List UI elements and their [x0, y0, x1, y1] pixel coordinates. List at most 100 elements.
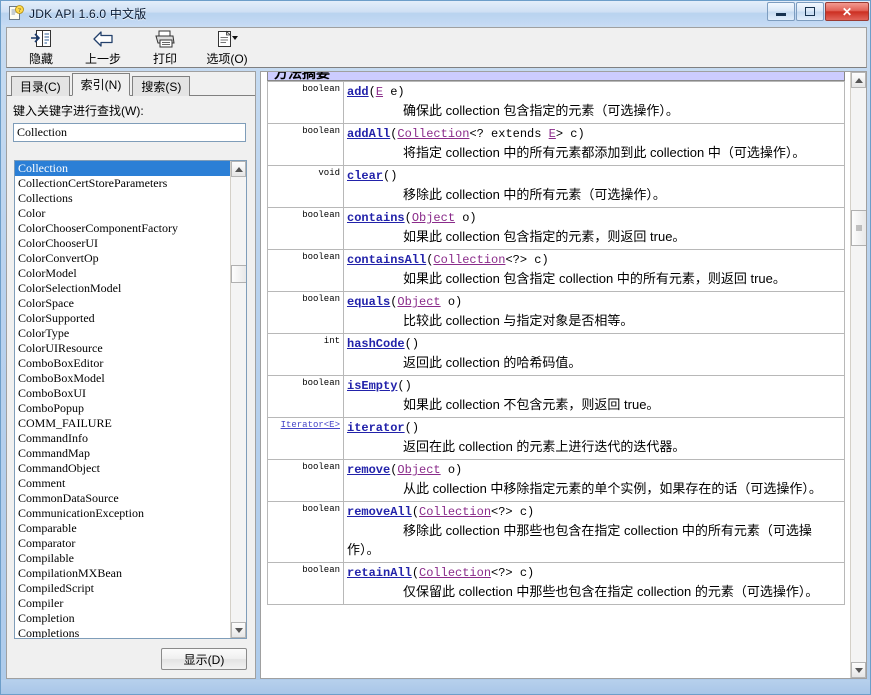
index-list-item[interactable]: Color [15, 206, 230, 221]
toolbar-button-back[interactable]: 上一步 [75, 29, 131, 67]
index-list-item[interactable]: Comment [15, 476, 230, 491]
index-list-item[interactable]: Compiler [15, 596, 230, 611]
method-row: boolean retainAll(Collection<?> c) 仅保留此 co… [267, 562, 845, 605]
param-type-link[interactable]: Collection [419, 505, 491, 519]
scroll-up-button[interactable] [231, 161, 246, 177]
method-signature-cell: addAll(Collection<? extends E> c) 将指定 col… [343, 123, 845, 166]
index-list-item[interactable]: CommandObject [15, 461, 230, 476]
method-description-line: 从此 collection 中移除指定元素的单个实例，如果存在的话（可选操作）。 [347, 480, 841, 499]
method-return-type: boolean [267, 459, 344, 502]
method-name-link[interactable]: removeAll [347, 505, 412, 519]
method-return-type: boolean [267, 291, 344, 334]
index-list-item[interactable]: ComboBoxUI [15, 386, 230, 401]
method-name-link[interactable]: hashCode [347, 337, 405, 351]
method-name-link[interactable]: contains [347, 211, 405, 225]
index-list-item[interactable]: CompilationMXBean [15, 566, 230, 581]
index-list-item[interactable]: ColorSupported [15, 311, 230, 326]
index-list-item[interactable]: ColorSpace [15, 296, 230, 311]
scroll-thumb[interactable] [231, 265, 246, 283]
index-list-item[interactable]: ColorUIResource [15, 341, 230, 356]
param-type-link[interactable]: Object [397, 463, 440, 477]
index-list-item[interactable]: Completions [15, 626, 230, 638]
index-list-item[interactable]: COMM_FAILURE [15, 416, 230, 431]
index-list-item[interactable]: CommandMap [15, 446, 230, 461]
index-list-item[interactable]: CommonDataSource [15, 491, 230, 506]
method-name-link[interactable]: iterator [347, 421, 405, 435]
doc-scroll-track[interactable] [851, 88, 866, 662]
index-list-item[interactable]: ColorSelectionModel [15, 281, 230, 296]
minimize-button[interactable] [767, 2, 795, 21]
param-type-link[interactable]: E [549, 127, 556, 141]
index-list-item[interactable]: Comparable [15, 521, 230, 536]
method-name-link[interactable]: retainAll [347, 566, 412, 580]
method-name-link[interactable]: containsAll [347, 253, 426, 267]
index-list-item[interactable]: ComboPopup [15, 401, 230, 416]
index-list-item[interactable]: Compilable [15, 551, 230, 566]
doc-scroll-up-button[interactable] [851, 72, 866, 88]
method-description-line: 移除此 collection 中那些也包含在指定 collection 中的所有… [347, 522, 841, 560]
show-button[interactable]: 显示(D) [161, 648, 247, 670]
tab-search[interactable]: 搜索(S) [132, 76, 191, 96]
method-row: boolean remove(Object o) 从此 collection 中移除… [267, 459, 845, 502]
index-list-item[interactable]: ColorModel [15, 266, 230, 281]
param-type-link[interactable]: Object [397, 295, 440, 309]
method-description-line: 如果此 collection 包含指定的元素，则返回 true。 [347, 228, 841, 247]
doc-scroll-down-button[interactable] [851, 662, 866, 678]
index-list-item[interactable]: CollectionCertStoreParameters [15, 176, 230, 191]
tab-index[interactable]: 索引(N) [71, 73, 131, 96]
method-name-link[interactable]: isEmpty [347, 379, 397, 393]
method-name-link[interactable]: add [347, 85, 369, 99]
index-list-item[interactable]: ComboBoxModel [15, 371, 230, 386]
index-list-item[interactable]: ColorChooserUI [15, 236, 230, 251]
method-signature-cell: add(E e) 确保此 collection 包含指定的元素（可选操作）。 [343, 81, 845, 124]
param-type-link[interactable]: Collection [397, 127, 469, 141]
window-title: JDK API 1.6.0 中文版 [29, 6, 147, 21]
index-list[interactable]: Collection CollectionCertStoreParameters C… [15, 161, 230, 638]
back-arrow-icon [91, 29, 115, 49]
method-return-type: boolean [267, 562, 344, 605]
index-list-item[interactable]: CommunicationException [15, 506, 230, 521]
scroll-down-button[interactable] [231, 622, 246, 638]
method-signature-cell: containsAll(Collection<?> c) 如果此 collecti… [343, 249, 845, 292]
index-list-item[interactable]: ComboBoxEditor [15, 356, 230, 371]
close-button[interactable]: ✕ [825, 2, 869, 21]
toolbar: 隐藏 上一步 打印 选项(O) [6, 27, 867, 68]
method-row: Iterator<E> iterator() 返回在此 collection 的元素… [267, 417, 845, 460]
close-icon: ✕ [841, 4, 853, 19]
doc-scroll-thumb[interactable] [851, 210, 866, 246]
index-list-item[interactable]: ColorConvertOp [15, 251, 230, 266]
index-list-item[interactable]: Comparator [15, 536, 230, 551]
maximize-button[interactable] [796, 2, 824, 21]
index-list-item[interactable]: ColorType [15, 326, 230, 341]
index-list-item[interactable]: Collection [15, 161, 230, 176]
method-name-link[interactable]: remove [347, 463, 390, 477]
toolbar-button-hide[interactable]: 隐藏 [13, 29, 69, 67]
param-type-link[interactable]: E [376, 85, 383, 99]
method-row: boolean isEmpty() 如果此 collection 不包含元素，则返回… [267, 375, 845, 418]
method-description-line: 比较此 collection 与指定对象是否相等。 [347, 312, 841, 331]
param-type-link[interactable]: Collection [433, 253, 505, 267]
options-icon [215, 29, 239, 49]
document-scrollbar[interactable] [850, 72, 866, 678]
method-name-link[interactable]: addAll [347, 127, 390, 141]
keyword-search-input[interactable] [13, 123, 246, 142]
index-list-item[interactable]: ColorChooserComponentFactory [15, 221, 230, 236]
index-list-item[interactable]: CompiledScript [15, 581, 230, 596]
status-bar [1, 680, 870, 694]
index-list-scrollbar[interactable] [230, 161, 246, 638]
scroll-track[interactable] [231, 177, 246, 622]
method-signature-cell: hashCode() 返回此 collection 的哈希码值。 [343, 333, 845, 376]
param-type-link[interactable]: Collection [419, 566, 491, 580]
toolbar-button-print[interactable]: 打印 [137, 29, 193, 67]
tab-contents[interactable]: 目录(C) [11, 76, 70, 96]
param-type-link[interactable]: Object [412, 211, 455, 225]
index-list-item[interactable]: CommandInfo [15, 431, 230, 446]
index-list-item[interactable]: Collections [15, 191, 230, 206]
index-list-item[interactable]: Completion [15, 611, 230, 626]
method-return-type: void [267, 165, 344, 208]
toolbar-button-options[interactable]: 选项(O) [199, 29, 255, 67]
method-name-link[interactable]: equals [347, 295, 390, 309]
method-row: boolean add(E e) 确保此 collection 包含指定的元素（可选… [267, 81, 845, 124]
return-type-link[interactable]: Iterator<E> [281, 420, 340, 430]
method-name-link[interactable]: clear [347, 169, 383, 183]
